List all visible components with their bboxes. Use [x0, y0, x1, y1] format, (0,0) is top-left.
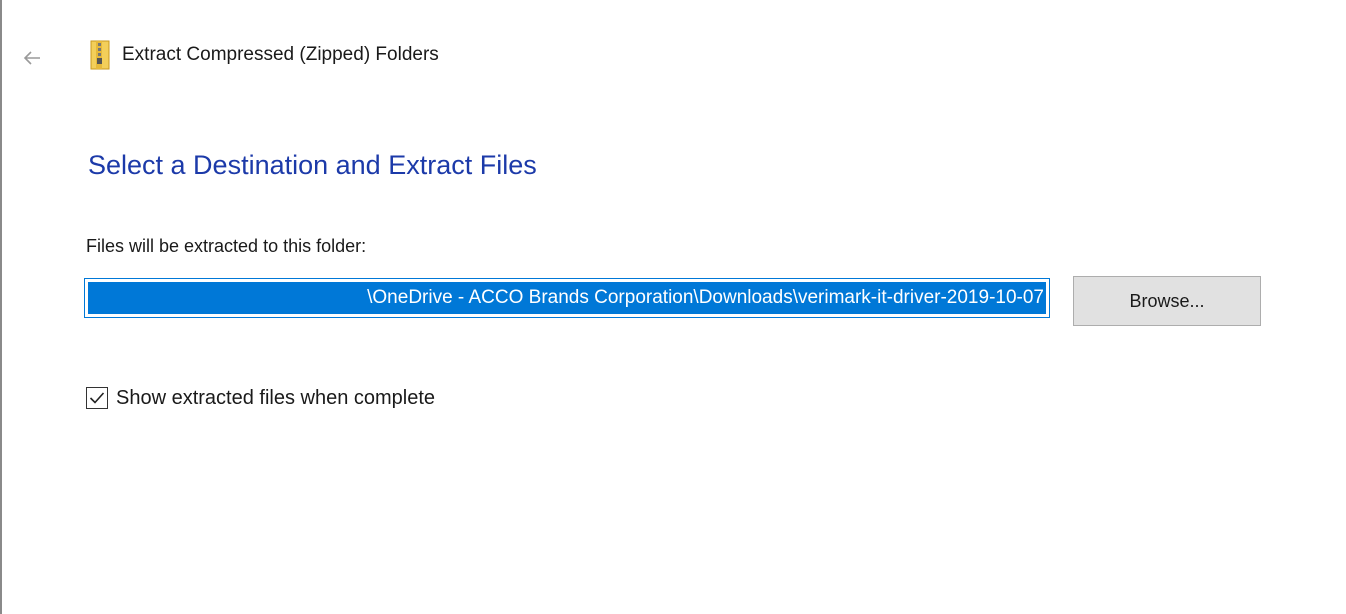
show-files-checkbox[interactable] — [86, 387, 108, 409]
main-instruction: Select a Destination and Extract Files — [88, 150, 537, 180]
window-title: Extract Compressed (Zipped) Folders — [122, 44, 439, 65]
back-arrow-icon — [23, 51, 40, 65]
dialog-header: Extract Compressed (Zipped) Folders — [0, 38, 1346, 82]
destination-label: Files will be extracted to this folder: — [86, 236, 367, 256]
zip-folder-icon — [90, 40, 110, 70]
extract-dialog: Extract Compressed (Zipped) Folders Sele… — [0, 0, 1346, 614]
show-files-label: Show extracted files when complete — [116, 386, 436, 409]
browse-button[interactable]: Browse... — [1073, 276, 1261, 326]
destination-path-text: \OneDrive - ACCO Brands Corporation\Down… — [88, 282, 1046, 314]
window-border-left — [0, 0, 2, 614]
destination-path-input[interactable]: \OneDrive - ACCO Brands Corporation\Down… — [84, 278, 1050, 318]
back-button[interactable] — [18, 44, 46, 72]
checkmark-icon — [89, 392, 105, 404]
show-files-checkbox-row[interactable]: Show extracted files when complete — [86, 384, 435, 412]
